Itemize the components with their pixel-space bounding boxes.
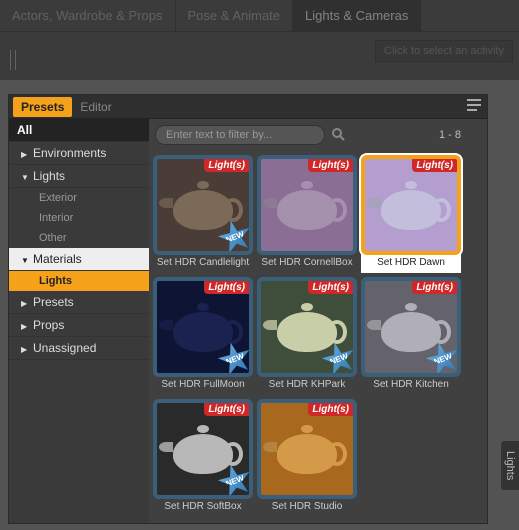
lights-badge: Light(s) <box>412 281 457 294</box>
teapot-icon <box>381 190 441 230</box>
preset-thumb[interactable]: Light(s) Set HDR Studio <box>257 399 357 517</box>
sidebar-item-other[interactable]: Other <box>9 228 149 248</box>
preset-thumbnail: Light(s) <box>257 155 357 255</box>
panel-tab-editor[interactable]: Editor <box>72 97 119 117</box>
teapot-icon <box>173 434 233 474</box>
teapot-knob <box>405 181 417 189</box>
sidebar-item-unassigned[interactable]: Unassigned <box>9 337 149 360</box>
teapot-icon <box>381 312 441 352</box>
teapot-knob <box>197 181 209 189</box>
activity-marker <box>10 50 16 70</box>
teapot-knob <box>301 181 313 189</box>
preset-label: Set HDR Studio <box>257 499 357 517</box>
filter-row: 1 - 8 <box>149 119 487 151</box>
preset-gallery: 1 - 8 Light(s)Set HDR CandlelightLight(s… <box>149 119 487 523</box>
preset-label: Set HDR Candlelight <box>153 255 253 273</box>
preset-label: Set HDR Kitchen <box>361 377 461 395</box>
teapot-knob <box>301 303 313 311</box>
preset-thumb[interactable]: Light(s) Set HDR Candlelight <box>153 155 253 273</box>
preset-thumbnail: Light(s) <box>153 399 253 499</box>
preset-thumb[interactable]: Light(s) Set HDR FullMoon <box>153 277 253 395</box>
sidebar-item-props[interactable]: Props <box>9 314 149 337</box>
sidebar-item-lights[interactable]: Lights <box>9 165 149 188</box>
lights-badge: Light(s) <box>308 281 353 294</box>
lights-badge: Light(s) <box>204 159 249 172</box>
preset-label: Set HDR FullMoon <box>153 377 253 395</box>
preset-thumbnail: Light(s) <box>361 155 461 255</box>
lights-badge: Light(s) <box>204 281 249 294</box>
teapot-icon <box>277 434 337 474</box>
side-tab-lights[interactable]: Lights <box>500 440 519 491</box>
teapot-knob <box>405 303 417 311</box>
teapot-icon <box>277 190 337 230</box>
sidebar-item-materials-lights[interactable]: Lights <box>9 271 149 291</box>
sidebar-item-materials[interactable]: Materials <box>9 248 149 271</box>
preset-thumb[interactable]: Light(s) Set HDR Dawn <box>361 155 461 273</box>
sidebar-item-interior[interactable]: Interior <box>9 208 149 228</box>
tab-actors[interactable]: Actors, Wardrobe & Props <box>0 0 176 31</box>
teapot-icon <box>173 312 233 352</box>
preset-thumb[interactable]: Light(s) Set HDR SoftBox <box>153 399 253 517</box>
preset-label: Set HDR KHPark <box>257 377 357 395</box>
teapot-knob <box>301 425 313 433</box>
sidebar-item-exterior[interactable]: Exterior <box>9 188 149 208</box>
preset-thumbnail: Light(s) <box>153 277 253 377</box>
panel-tab-bar: Presets Editor <box>9 95 487 119</box>
filter-input[interactable] <box>155 125 325 145</box>
lights-badge: Light(s) <box>412 159 457 172</box>
search-icon[interactable] <box>331 127 345 144</box>
tab-pose[interactable]: Pose & Animate <box>176 0 294 31</box>
lights-badge: Light(s) <box>308 403 353 416</box>
preset-label: Set HDR Dawn <box>361 255 461 273</box>
sidebar-item-presets[interactable]: Presets <box>9 291 149 314</box>
preset-thumbnail: Light(s) <box>257 399 357 499</box>
top-tab-bar: Actors, Wardrobe & Props Pose & Animate … <box>0 0 519 32</box>
activity-select[interactable]: Click to select an activity <box>375 40 513 62</box>
preset-thumbnail: Light(s) <box>257 277 357 377</box>
thumb-grid: Light(s) Set HDR Candlelight Light(s) Set H… <box>149 151 487 521</box>
preset-label: Set HDR SoftBox <box>153 499 253 517</box>
presets-panel: Presets Editor All Environments Lights E… <box>8 94 488 524</box>
sidebar-item-environments[interactable]: Environments <box>9 142 149 165</box>
pagination-info: 1 - 8 <box>439 129 461 141</box>
category-sidebar: All Environments Lights Exterior Interio… <box>9 119 149 523</box>
panel-tab-presets[interactable]: Presets <box>13 97 72 117</box>
preset-label: Set HDR CornellBox <box>257 255 357 273</box>
tab-lights-cameras[interactable]: Lights & Cameras <box>293 0 421 31</box>
preset-thumbnail: Light(s) <box>153 155 253 255</box>
activity-bar: Click to select an activity <box>0 32 519 72</box>
teapot-knob <box>197 425 209 433</box>
preset-thumb[interactable]: Light(s) Set HDR KHPark <box>257 277 357 395</box>
preset-thumb[interactable]: Light(s) Set HDR Kitchen <box>361 277 461 395</box>
lights-badge: Light(s) <box>308 159 353 172</box>
lights-badge: Light(s) <box>204 403 249 416</box>
sidebar-item-all[interactable]: All <box>9 119 149 142</box>
preset-thumbnail: Light(s) <box>361 277 461 377</box>
teapot-icon <box>277 312 337 352</box>
panel-menu-icon[interactable] <box>467 99 481 114</box>
preset-thumb[interactable]: Light(s) Set HDR CornellBox <box>257 155 357 273</box>
teapot-icon <box>173 190 233 230</box>
teapot-knob <box>197 303 209 311</box>
